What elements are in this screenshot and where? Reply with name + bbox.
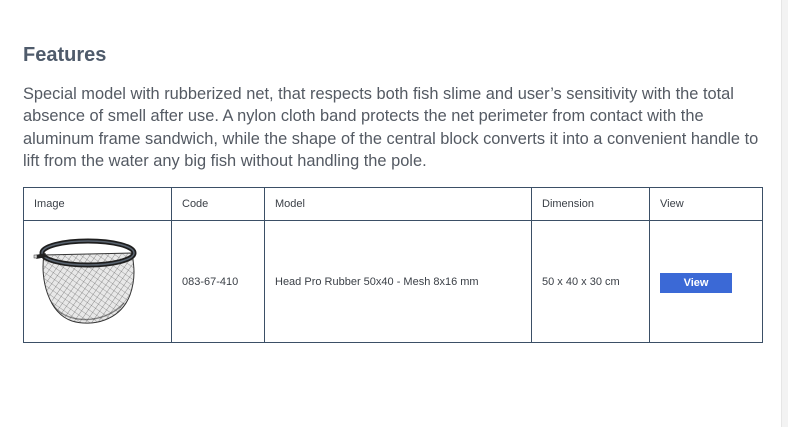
header-view: View (649, 187, 763, 221)
features-heading: Features (23, 44, 107, 66)
header-model: Model (264, 187, 532, 221)
header-code: Code (171, 187, 265, 221)
view-cell: View (649, 220, 763, 343)
product-code: 083-67-410 (171, 220, 265, 343)
header-dimension: Dimension (531, 187, 650, 221)
view-button[interactable]: View (660, 272, 732, 293)
features-description: Special model with rubberized net, that … (23, 85, 759, 170)
header-image: Image (23, 187, 172, 221)
product-model: Head Pro Rubber 50x40 - Mesh 8x16 mm (264, 220, 532, 343)
table-row: 083-67-410 Head Pro Rubber 50x40 - Mesh … (23, 220, 763, 343)
product-table: Image Code Model Dimension View 083-67-4… (23, 187, 763, 343)
scrollbar-track[interactable] (781, 0, 788, 427)
landing-net-icon (32, 233, 161, 332)
table-header-row: Image Code Model Dimension View (23, 187, 763, 221)
product-page: Features Special model with rubberized n… (0, 0, 788, 427)
product-dimension: 50 x 40 x 30 cm (531, 220, 650, 343)
product-image-cell (23, 220, 172, 343)
